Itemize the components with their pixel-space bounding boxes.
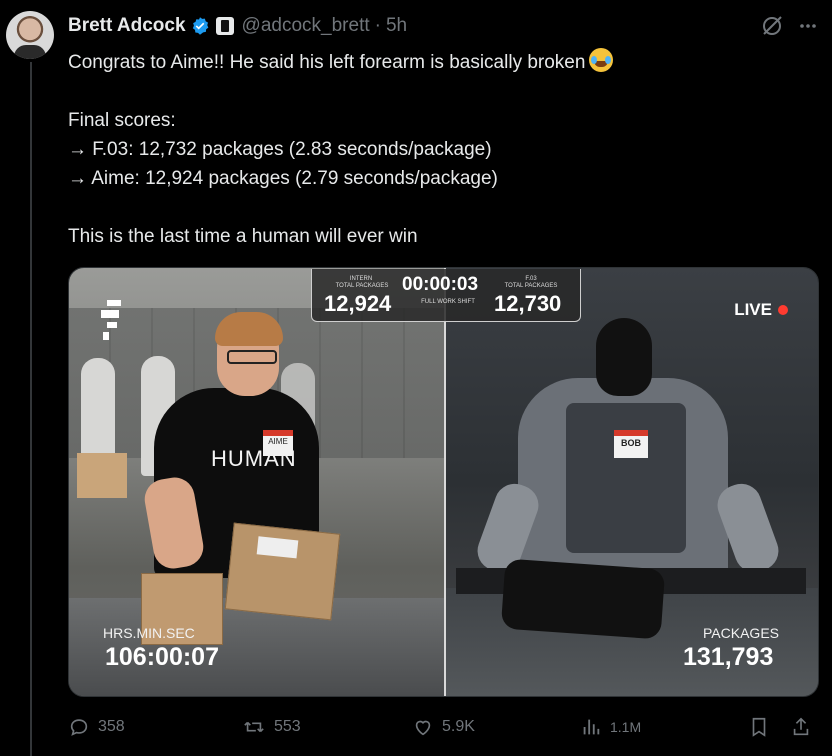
video-media[interactable]: HUMAN AIME BOB INTERN TOTAL PACKAGES 12,… [68, 267, 819, 697]
scoreboard-right-caption-1: F.03 [525, 276, 537, 282]
tweet-header: Brett Adcock @adcock_brett · 5h [68, 14, 407, 38]
scoreboard-right-value: 12,730 [494, 291, 562, 316]
timestamp[interactable]: 5h [386, 15, 407, 37]
live-indicator: LIVE [734, 300, 788, 320]
name-tag-bob: BOB [614, 430, 648, 458]
scoreboard-left-caption-1: INTERN [349, 276, 373, 282]
package-box [224, 522, 341, 621]
author-name[interactable]: Brett Adcock [68, 15, 186, 37]
top-icons [760, 14, 818, 38]
figure-logo-icon [101, 300, 121, 340]
like-count: 5.9K [442, 718, 475, 735]
scoreboard-right-caption-2: TOTAL PACKAGES [504, 283, 558, 289]
bookmark-icon [752, 717, 766, 737]
share-icon [793, 717, 809, 736]
reply-count: 358 [98, 718, 125, 735]
tweet-line-1: Congrats to Aime!! He said his left fore… [68, 52, 586, 73]
retweet-count: 553 [274, 718, 301, 735]
package-bag [500, 558, 666, 640]
scoreboard-left-caption-2: TOTAL PACKAGES [335, 283, 389, 289]
name-tag-aime: AIME [263, 430, 293, 456]
reply-icon [70, 719, 88, 736]
retweet-button[interactable]: 553 [242, 716, 301, 738]
views-icon [583, 719, 600, 735]
scoreboard-timer: 00:00:03 [402, 274, 479, 295]
views-count: 1.1M [610, 719, 642, 735]
tweet-actions: 358 553 5.9K 1.1M [68, 716, 818, 742]
reply-button[interactable]: 358 [68, 716, 125, 738]
scoreboard: INTERN TOTAL PACKAGES 12,924 00:00:03 FU… [311, 269, 581, 322]
views-button[interactable]: 1.1M [580, 716, 641, 738]
scoreboard-left-value: 12,924 [324, 291, 392, 316]
author-handle[interactable]: @adcock_brett [242, 15, 370, 37]
retweet-icon [244, 721, 264, 733]
like-icon [415, 720, 431, 736]
tweet-line-4: → Aime: 12,924 packages (2.79 seconds/pa… [68, 168, 498, 189]
avatar[interactable] [6, 11, 54, 59]
packages-value: 131,793 [683, 643, 774, 671]
laughing-crying-emoji-icon [589, 48, 614, 72]
like-button[interactable]: 5.9K [412, 716, 475, 738]
separator-dot: · [374, 15, 381, 36]
hours-value: 106:00:07 [105, 643, 219, 671]
name-tag-aime-text: AIME [268, 437, 288, 446]
thread-line [30, 62, 32, 756]
tweet-text: Congrats to Aime!! He said his left fore… [68, 48, 808, 251]
affiliate-badge-icon[interactable] [215, 17, 234, 35]
share-button[interactable] [790, 716, 812, 738]
scoreboard-timer-caption: FULL WORK SHIFT [421, 299, 475, 305]
bookmark-button[interactable] [748, 716, 770, 738]
grok-icon[interactable] [760, 14, 784, 38]
tweet-line-3: → F.03: 12,732 packages (2.83 seconds/pa… [68, 139, 492, 160]
tweet-line-5: This is the last time a human will ever … [68, 226, 418, 247]
packages-caption: PACKAGES [703, 625, 779, 641]
name-tag-bob-text: BOB [621, 438, 641, 448]
live-label: LIVE [734, 300, 772, 319]
verified-badge-icon [192, 17, 208, 35]
hours-caption: HRS.MIN.SEC [103, 625, 195, 641]
live-dot-icon [778, 305, 788, 315]
more-icon[interactable] [798, 16, 818, 36]
tweet-line-2: Final scores: [68, 110, 176, 131]
